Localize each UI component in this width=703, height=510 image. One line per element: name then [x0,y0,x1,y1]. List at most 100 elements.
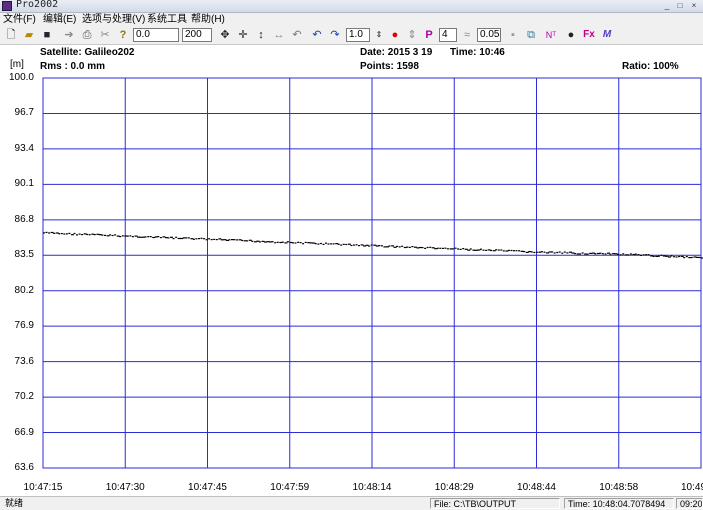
x-tick-label: 10:48:29 [434,482,474,493]
data-point [58,233,61,235]
data-point [680,255,684,257]
y-tick-label: 80.2 [14,284,34,296]
data-point [177,237,181,240]
data-point [469,248,472,250]
data-point [480,248,482,250]
data-point [619,254,622,256]
data-point [276,241,279,243]
data-point [518,250,521,252]
data-point [119,236,122,238]
data-point [457,248,460,250]
data-point [566,252,569,254]
data-point [683,257,686,259]
data-point [609,253,612,255]
data-point [586,253,589,255]
data-point [358,245,360,247]
data-point [286,241,289,243]
data-point [215,239,218,241]
data-point [513,250,515,252]
data-point [274,242,277,244]
data-point [159,237,162,239]
data-point [350,244,353,247]
data-point [482,249,485,251]
data-point [45,231,48,233]
data-point [558,251,561,253]
data-point [65,233,68,235]
data-point [246,240,249,242]
data-point [93,234,96,236]
data-point [540,251,543,253]
data-point [589,252,593,254]
data-point [607,252,610,254]
data-point [322,243,325,245]
data-point [360,244,364,246]
data-point [581,252,584,254]
data-point [60,233,63,235]
data-point [43,232,45,234]
data-point [106,235,110,237]
data-point [543,251,546,253]
data-point [507,249,510,251]
data-point [48,232,51,234]
data-point [614,253,618,255]
data-point [352,244,355,246]
data-point [78,233,81,235]
status-file: File: C:\TB\OUTPUT [430,498,560,509]
data-point [332,243,335,245]
status-time: Time: 10:48:04.7078494 [564,498,674,509]
data-point [523,251,526,253]
data-point [599,252,602,254]
data-point [220,239,224,241]
data-point [454,247,457,249]
data-point [317,243,320,245]
data-point [485,249,488,251]
data-point [571,252,575,254]
data-point [111,234,114,237]
data-point [622,253,625,255]
y-tick-label: 93.4 [14,142,34,154]
data-point [533,251,536,254]
y-tick-label: 73.6 [14,355,34,367]
data-point [289,241,293,244]
data-point [330,243,333,245]
data-point [647,254,650,256]
data-point [434,248,438,250]
x-tick-label: 10:47:59 [270,482,310,493]
data-point [584,253,588,255]
data-point [264,241,267,243]
data-point [238,239,242,241]
data-point [429,246,432,248]
data-point [497,249,500,251]
data-point [172,238,175,240]
data-point [233,239,236,241]
data-point [121,235,124,237]
y-tick-label: 86.8 [14,213,34,225]
data-point [139,236,143,238]
data-point [535,251,538,253]
data-point [629,253,632,255]
data-point [327,243,330,245]
data-point [53,232,56,234]
data-point [426,246,429,249]
data-point [368,245,371,247]
data-point [281,241,284,243]
data-point [391,245,395,247]
data-point [594,253,597,255]
data-point [284,242,288,244]
data-point [563,251,566,253]
data-point [601,253,604,255]
data-point [446,248,449,250]
data-point [175,236,178,238]
data-point [444,247,447,249]
data-point [375,245,379,247]
data-point [441,247,444,249]
data-point [81,234,84,236]
data-point [365,244,369,246]
data-point [50,231,54,234]
data-point [678,255,681,258]
data-point [170,236,173,238]
data-point [596,252,600,255]
data-point [63,233,66,235]
data-point [203,238,206,240]
data-point [271,241,274,243]
